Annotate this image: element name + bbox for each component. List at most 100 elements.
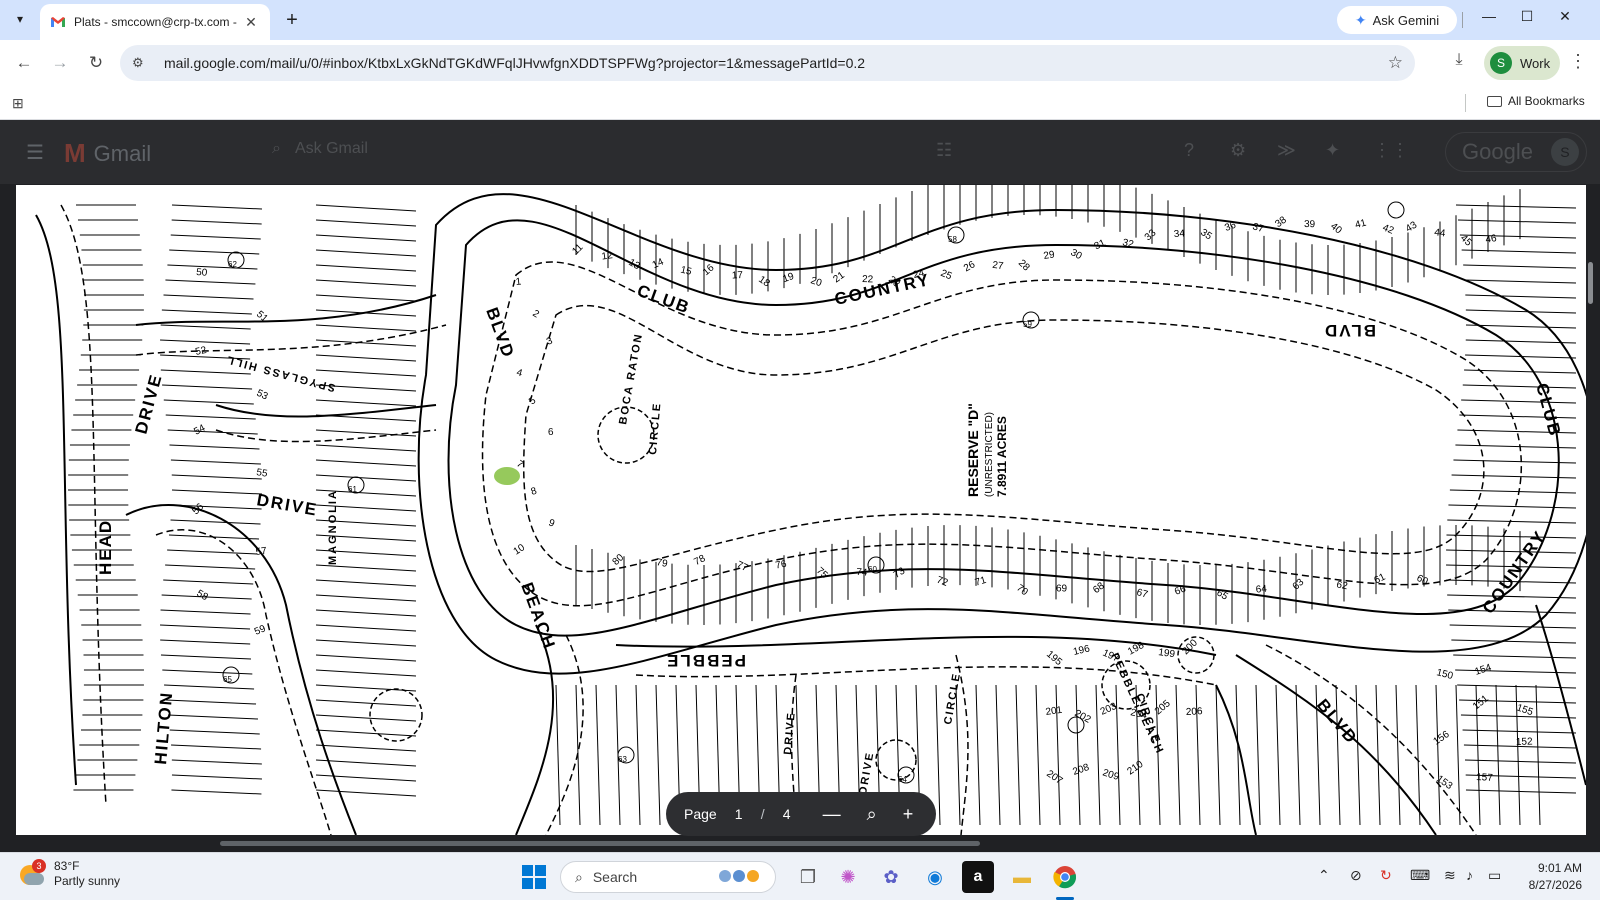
lot-number: 51 <box>254 309 270 325</box>
lot-number: 201 <box>1045 705 1063 718</box>
edge-icon[interactable]: ◉ <box>919 861 951 893</box>
lot-number: 32 <box>1121 237 1135 250</box>
lot-number: 33 <box>1143 227 1159 243</box>
lot-line <box>160 324 251 330</box>
lot-line <box>167 549 258 555</box>
file-explorer-icon[interactable]: ▬ <box>1006 861 1038 893</box>
lot-line <box>315 414 417 422</box>
lot-number: 64 <box>1255 584 1267 596</box>
street-label: COUNTRY <box>1479 527 1550 618</box>
gmail-search[interactable]: ⌕ Ask Gmail <box>272 140 368 158</box>
task-view-icon[interactable]: ❐ <box>792 861 824 893</box>
street-label: DRIVE <box>782 711 798 756</box>
attachment-viewer[interactable]: 11 12 13 14 15 16 17 18 19 20 21 22 23 24 25 26 27 28 29 30… <box>16 185 1586 835</box>
search-icon: ⌕ <box>575 868 583 885</box>
gmail-logo[interactable]: M Gmail <box>64 138 151 169</box>
search-options-icon[interactable]: ☷ <box>936 140 952 161</box>
tab-search-chevron-icon[interactable]: ▾ <box>8 7 32 31</box>
page-total: 4 <box>782 806 791 822</box>
gemini-icon[interactable]: ✦ <box>1325 140 1340 161</box>
lot-number: 14 <box>651 256 666 271</box>
lot-line <box>315 219 417 227</box>
lot-number: 30 <box>1069 247 1084 262</box>
copilot-icon[interactable]: ✺ <box>832 861 864 893</box>
taskbar-search[interactable]: ⌕ Search <box>560 861 776 893</box>
ask-gemini-button[interactable]: ✦ Ask Gemini <box>1337 6 1457 34</box>
lot-number: 207 <box>1044 768 1064 787</box>
volume-icon[interactable]: ♪ <box>1466 867 1473 883</box>
start-button[interactable] <box>518 861 550 893</box>
forward-arrow-icon[interactable]: → <box>48 51 72 75</box>
lot-line <box>1465 294 1577 299</box>
lot-number: 74 <box>856 567 868 579</box>
block-circle <box>1387 201 1405 219</box>
viewer-scrollbar-vertical[interactable] <box>1588 262 1593 304</box>
weather-widget[interactable]: 3 83°F Partly sunny <box>18 859 120 889</box>
battery-icon[interactable]: ▭ <box>1488 867 1501 884</box>
lot-number: 63 <box>1291 577 1307 593</box>
lot-number: 71 <box>974 575 988 589</box>
viewer-scrollbar-horizontal[interactable] <box>220 841 980 846</box>
system-clock[interactable]: 9:01 AM 8/27/2026 <box>1504 860 1582 894</box>
lot-line <box>1175 684 1181 826</box>
weather-badge: 3 <box>32 859 46 873</box>
site-info-icon[interactable]: ⚙ <box>132 55 152 71</box>
lot-number: 25 <box>939 268 954 283</box>
gemini-spark-icon: ✦ <box>1354 11 1367 28</box>
chrome-icon[interactable] <box>1049 861 1081 893</box>
folder-icon <box>1487 95 1502 107</box>
street-label: DRIVE <box>132 371 166 436</box>
settings-gear-icon[interactable]: ⚙ <box>1230 140 1246 161</box>
main-menu-icon[interactable]: ☰ <box>26 140 44 165</box>
lot-line <box>1453 654 1577 659</box>
google-apps-icon[interactable]: ⋮⋮ <box>1373 140 1409 161</box>
lot-number: 206 <box>1186 706 1204 718</box>
lot-number: 16 <box>701 262 717 278</box>
workspace-icon[interactable]: ≫ <box>1277 140 1296 161</box>
browser-tab-active[interactable]: Plats - smccown@crp-tx.com - ✕ <box>40 4 270 40</box>
zoom-out-button[interactable]: — <box>823 804 841 825</box>
reserve-title: RESERVE "D" <box>965 403 981 497</box>
new-tab-button[interactable]: + <box>280 9 304 33</box>
help-icon[interactable]: ? <box>1184 140 1194 161</box>
lot-number: 41 <box>1354 217 1368 231</box>
maximize-icon[interactable]: ☐ <box>1512 8 1542 32</box>
download-icon[interactable]: ⤓ <box>1447 51 1471 75</box>
lot-line <box>315 459 417 467</box>
apps-grid-icon[interactable]: ⊞ <box>12 95 24 112</box>
street-label: CIRCLE <box>942 671 963 725</box>
lot-number: 9 <box>547 517 556 529</box>
address-bar[interactable]: ⚙ ☆ <box>120 45 1415 81</box>
show-hidden-icons-icon[interactable]: ⌃ <box>1318 867 1330 884</box>
all-bookmarks-button[interactable]: All Bookmarks <box>1487 94 1585 108</box>
zoom-in-button[interactable]: + <box>903 804 914 825</box>
tab-close-icon[interactable]: ✕ <box>242 14 260 31</box>
bookmark-star-icon[interactable]: ☆ <box>1388 53 1403 73</box>
wifi-icon[interactable]: ≋ <box>1444 867 1456 884</box>
page-current-input[interactable]: 1 <box>729 806 749 822</box>
reserve-d-label: RESERVE "D" (UNRESTRICTED) 7.8911 ACRES <box>965 403 1009 497</box>
amazon-icon[interactable]: a <box>962 861 994 893</box>
back-arrow-icon[interactable]: ← <box>12 51 36 75</box>
reload-icon[interactable]: ↻ <box>84 51 108 75</box>
teams-icon[interactable]: ✿ <box>875 861 907 893</box>
lot-line <box>315 294 417 302</box>
reserve-sub1: (UNRESTRICTED) <box>984 412 995 497</box>
url-input[interactable] <box>164 55 1388 71</box>
google-account-chip[interactable]: Google S <box>1445 132 1587 172</box>
keyboard-icon[interactable]: ⌨ <box>1410 867 1430 884</box>
sync-icon[interactable]: ↻ <box>1380 867 1392 884</box>
browser-menu-icon[interactable]: ⋮ <box>1568 51 1588 75</box>
window-close-icon[interactable]: ✕ <box>1550 8 1580 32</box>
search-spark-icon: ⌕ <box>272 140 281 157</box>
lot-line <box>315 279 417 287</box>
lot-line <box>171 489 263 495</box>
network-off-icon[interactable]: ⊘ <box>1350 867 1362 884</box>
profile-button[interactable]: S Work <box>1484 46 1560 80</box>
lot-number: 8 <box>530 486 539 498</box>
lot-line <box>315 684 417 692</box>
zoom-icon[interactable]: ⌕ <box>867 804 877 825</box>
lot-line <box>1435 684 1441 826</box>
lot-number: 39 <box>1304 219 1316 230</box>
minimize-icon[interactable]: — <box>1474 8 1504 32</box>
